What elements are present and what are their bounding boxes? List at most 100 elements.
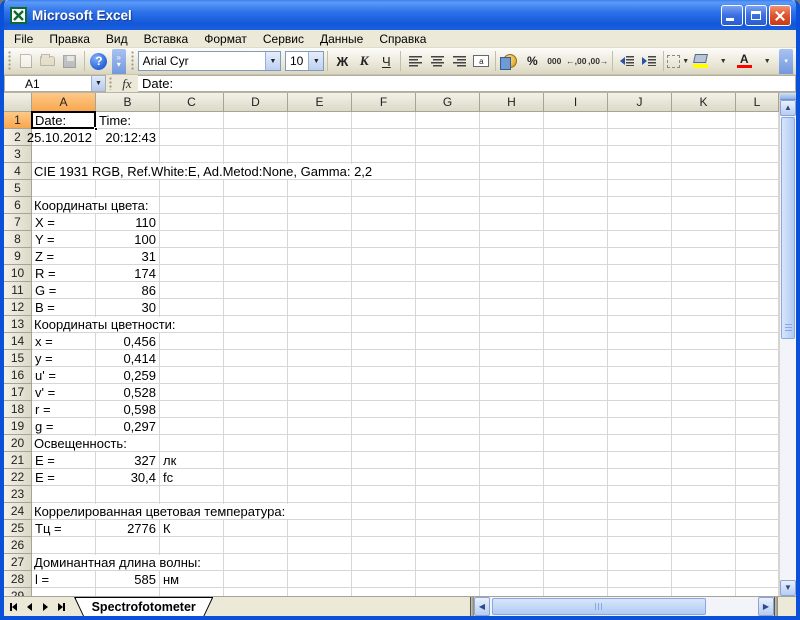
cell-F7[interactable] xyxy=(352,214,416,231)
cell-J25[interactable] xyxy=(608,520,672,537)
cell-G9[interactable] xyxy=(416,248,480,265)
menu-item-формат[interactable]: Формат xyxy=(196,30,255,47)
cell-I7[interactable] xyxy=(544,214,608,231)
cell-D13[interactable] xyxy=(224,316,288,333)
cell-F11[interactable] xyxy=(352,282,416,299)
row-header-21[interactable]: 21 xyxy=(4,452,32,469)
row-header-16[interactable]: 16 xyxy=(4,367,32,384)
column-header-I[interactable]: I xyxy=(544,93,608,112)
cell-E14[interactable] xyxy=(288,333,352,350)
borders-button[interactable]: ▼ xyxy=(667,50,689,72)
merge-center-button[interactable]: a xyxy=(470,50,492,72)
cell-G7[interactable] xyxy=(416,214,480,231)
cell-G6[interactable] xyxy=(416,197,480,214)
cell-H8[interactable] xyxy=(480,231,544,248)
vertical-scroll-track[interactable] xyxy=(780,340,796,580)
cell-A9[interactable]: Z = xyxy=(32,248,96,265)
menu-item-вставка[interactable]: Вставка xyxy=(136,30,197,47)
cell-F1[interactable] xyxy=(352,112,416,129)
cell-G12[interactable] xyxy=(416,299,480,316)
cell-A22[interactable]: E = xyxy=(32,469,96,486)
cell-G5[interactable] xyxy=(416,180,480,197)
cell-F6[interactable] xyxy=(352,197,416,214)
cell-E8[interactable] xyxy=(288,231,352,248)
cell-E1[interactable] xyxy=(288,112,352,129)
cell-I20[interactable] xyxy=(544,435,608,452)
cell-E28[interactable] xyxy=(288,571,352,588)
row-header-3[interactable]: 3 xyxy=(4,146,32,163)
cell-F18[interactable] xyxy=(352,401,416,418)
row-header-12[interactable]: 12 xyxy=(4,299,32,316)
name-box-dropdown-icon[interactable]: ▼ xyxy=(91,76,105,91)
cell-F22[interactable] xyxy=(352,469,416,486)
cell-G29[interactable] xyxy=(416,588,480,596)
cell-G21[interactable] xyxy=(416,452,480,469)
cell-B1[interactable]: Time: xyxy=(96,112,160,129)
cell-D16[interactable] xyxy=(224,367,288,384)
cell-H27[interactable] xyxy=(480,554,544,571)
previous-sheet-button[interactable] xyxy=(23,600,37,614)
cell-L8[interactable] xyxy=(736,231,779,248)
cell-J11[interactable] xyxy=(608,282,672,299)
cell-F21[interactable] xyxy=(352,452,416,469)
cell-H15[interactable] xyxy=(480,350,544,367)
cell-L15[interactable] xyxy=(736,350,779,367)
cell-L25[interactable] xyxy=(736,520,779,537)
cell-K12[interactable] xyxy=(672,299,736,316)
cell-K19[interactable] xyxy=(672,418,736,435)
font-name-dropdown-icon[interactable]: ▼ xyxy=(265,52,280,70)
cell-G2[interactable] xyxy=(416,129,480,146)
cell-D22[interactable] xyxy=(224,469,288,486)
cell-F9[interactable] xyxy=(352,248,416,265)
cell-G4[interactable] xyxy=(416,163,480,180)
cell-I27[interactable] xyxy=(544,554,608,571)
row-header-6[interactable]: 6 xyxy=(4,197,32,214)
cell-D19[interactable] xyxy=(224,418,288,435)
cell-A17[interactable]: v' = xyxy=(32,384,96,401)
cell-B11[interactable]: 86 xyxy=(96,282,160,299)
cell-L9[interactable] xyxy=(736,248,779,265)
cell-G14[interactable] xyxy=(416,333,480,350)
cell-B7[interactable]: 110 xyxy=(96,214,160,231)
cell-D26[interactable] xyxy=(224,537,288,554)
cell-B5[interactable] xyxy=(96,180,160,197)
cell-D3[interactable] xyxy=(224,146,288,163)
cell-A5[interactable] xyxy=(32,180,96,197)
cell-H29[interactable] xyxy=(480,588,544,596)
cell-G27[interactable] xyxy=(416,554,480,571)
cell-C1[interactable] xyxy=(160,112,224,129)
cell-F5[interactable] xyxy=(352,180,416,197)
column-header-K[interactable]: K xyxy=(672,93,736,112)
row-header-17[interactable]: 17 xyxy=(4,384,32,401)
cell-J16[interactable] xyxy=(608,367,672,384)
cell-G16[interactable] xyxy=(416,367,480,384)
align-center-button[interactable] xyxy=(426,50,448,72)
cell-D8[interactable] xyxy=(224,231,288,248)
cell-L17[interactable] xyxy=(736,384,779,401)
row-header-8[interactable]: 8 xyxy=(4,231,32,248)
cell-D7[interactable] xyxy=(224,214,288,231)
cell-G23[interactable] xyxy=(416,486,480,503)
cell-E7[interactable] xyxy=(288,214,352,231)
cell-F12[interactable] xyxy=(352,299,416,316)
cell-L11[interactable] xyxy=(736,282,779,299)
cell-D11[interactable] xyxy=(224,282,288,299)
row-header-4[interactable]: 4 xyxy=(4,163,32,180)
horizontal-scrollbar[interactable]: ◀ ▶ xyxy=(474,597,774,616)
cell-L2[interactable] xyxy=(736,129,779,146)
cell-I13[interactable] xyxy=(544,316,608,333)
cell-E25[interactable] xyxy=(288,520,352,537)
cell-I12[interactable] xyxy=(544,299,608,316)
cell-A2[interactable]: 25.10.2012 xyxy=(32,129,96,146)
cell-E6[interactable] xyxy=(288,197,352,214)
row-header-23[interactable]: 23 xyxy=(4,486,32,503)
cell-G1[interactable] xyxy=(416,112,480,129)
cell-K26[interactable] xyxy=(672,537,736,554)
row-header-27[interactable]: 27 xyxy=(4,554,32,571)
decrease-indent-button[interactable] xyxy=(616,50,638,72)
cell-E13[interactable] xyxy=(288,316,352,333)
title-bar[interactable]: Microsoft Excel xyxy=(4,0,796,30)
cell-A25[interactable]: Тц = xyxy=(32,520,96,537)
horizontal-scroll-thumb[interactable] xyxy=(492,598,706,615)
row-header-10[interactable]: 10 xyxy=(4,265,32,282)
